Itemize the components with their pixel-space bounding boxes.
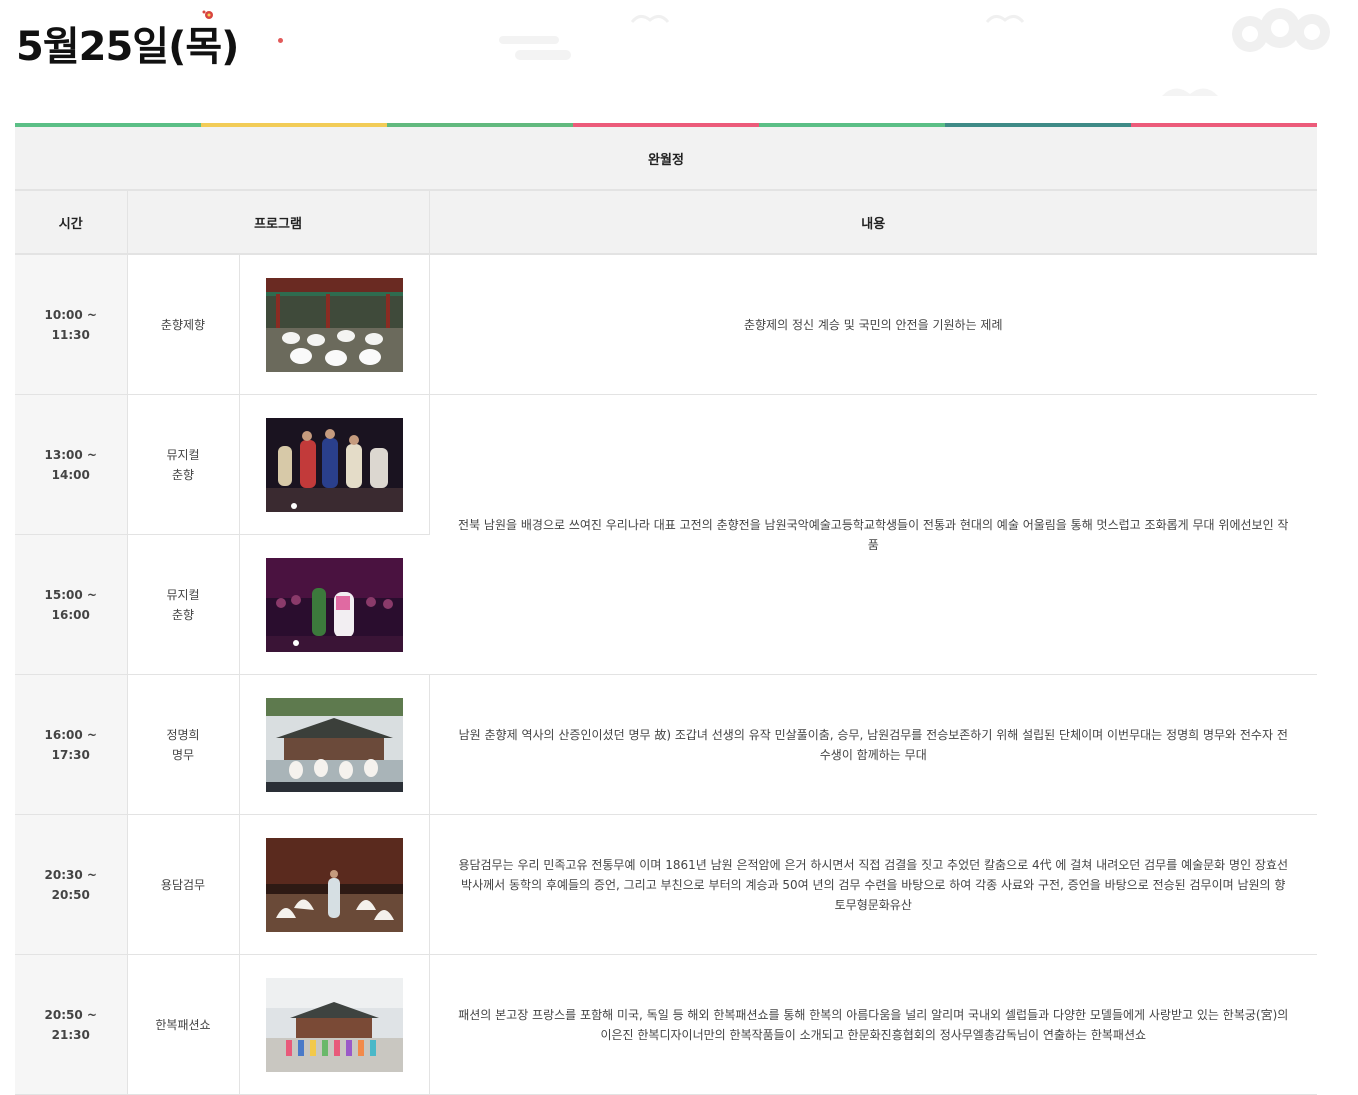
time-end: 11:30 xyxy=(51,327,90,342)
musical-photo[interactable] xyxy=(265,557,403,652)
time-cell: 13:00 ~ 14:00 xyxy=(15,394,128,535)
time-start: 16:00 ~ xyxy=(44,727,97,742)
table-row: 16:00 ~ 17:30 정명희 명무 남원 춘향제 역사의 산증인이셨던 명… xyxy=(15,674,1317,815)
time-start: 10:00 ~ xyxy=(44,307,97,322)
program-name-cell: 정명희 명무 xyxy=(127,674,240,815)
program-photo-cell xyxy=(239,254,430,395)
program-name: 한복패션쇼 xyxy=(155,1017,211,1032)
program-name: 정명희 xyxy=(166,727,200,742)
dance-photo[interactable] xyxy=(265,697,403,792)
time-cell: 16:00 ~ 17:30 xyxy=(15,674,128,815)
program-name-line2: 춘향 xyxy=(171,467,195,482)
program-name-line2: 춘향 xyxy=(171,607,195,622)
cloud-decoration-icon xyxy=(1232,8,1330,52)
program-column-header: 프로그램 xyxy=(127,190,430,255)
program-photo-cell xyxy=(239,534,429,675)
time-end: 17:30 xyxy=(51,747,90,762)
time-cell: 20:50 ~ 21:30 xyxy=(15,954,128,1095)
fashion-show-photo[interactable] xyxy=(265,977,403,1072)
program-name-cell: 춘향제향 xyxy=(127,254,240,395)
time-end: 21:30 xyxy=(51,1027,90,1042)
time-cell: 15:00 ~ 16:00 xyxy=(15,534,128,675)
time-start: 20:50 ~ xyxy=(44,1007,97,1022)
description-cell: 용담검무는 우리 민족고유 전통무예 이며 1861년 남원 은적암에 은거 하… xyxy=(429,814,1317,955)
program-name-cell: 용담검무 xyxy=(127,814,240,955)
time-cell: 10:00 ~ 11:30 xyxy=(15,254,128,395)
description-cell: 남원 춘향제 역사의 산증인이셨던 명무 故) 조갑녀 선생의 유작 민살풀이춤… xyxy=(429,674,1317,815)
program-name-cell: 뮤지컬 춘향 xyxy=(127,534,240,675)
page-title: 5월25일(목) xyxy=(16,24,239,70)
program-name: 뮤지컬 xyxy=(166,587,200,602)
flower-icon xyxy=(202,10,213,19)
time-column-header: 시간 xyxy=(15,190,128,255)
program-name-cell: 한복패션쇼 xyxy=(127,954,240,1095)
table-row: 20:30 ~ 20:50 용담검무 용담검무는 우리 민족고유 전통무예 이며… xyxy=(15,814,1317,955)
cloud-decoration-icon xyxy=(985,15,1025,23)
program-name-line2: 명무 xyxy=(171,747,195,762)
time-end: 16:00 xyxy=(51,607,90,622)
table-row: 13:00 ~ 14:00 뮤지컬 춘향 전북 남원을 배경으로 쓰여진 우리나… xyxy=(15,394,1317,675)
musical-photo[interactable] xyxy=(265,417,403,512)
cloud-decoration-icon xyxy=(1162,88,1218,96)
program-name-cell: 뮤지컬 춘향 xyxy=(127,394,240,535)
time-start: 13:00 ~ xyxy=(44,447,97,462)
content-column-header: 내용 xyxy=(429,190,1317,255)
cloud-decoration-icon xyxy=(630,15,670,23)
cloud-decoration-icon xyxy=(499,36,571,60)
program-photo-cell xyxy=(239,954,430,1095)
program-name: 춘향제향 xyxy=(160,317,206,332)
decorative-dot xyxy=(278,38,283,43)
program-photo-cell xyxy=(239,394,430,535)
ceremony-photo[interactable] xyxy=(265,277,403,372)
description-cell: 춘향제의 정신 계승 및 국민의 안전을 기원하는 제례 xyxy=(429,254,1317,395)
time-start: 15:00 ~ xyxy=(44,587,97,602)
description-cell: 전북 남원을 배경으로 쓰여진 우리나라 대표 고전의 춘향전을 남원국악예술고… xyxy=(429,394,1317,675)
venue-header: 완월정 xyxy=(15,127,1317,191)
time-start: 20:30 ~ xyxy=(44,867,97,882)
time-cell: 20:30 ~ 20:50 xyxy=(15,814,128,955)
program-photo-cell xyxy=(239,814,430,955)
table-row: 20:50 ~ 21:30 한복패션쇼 패션의 본고장 프랑스를 포함해 미국,… xyxy=(15,954,1317,1095)
program-name: 뮤지컬 xyxy=(166,447,200,462)
schedule-table: 완월정 시간 프로그램 내용 10:00 ~ 11:30 춘향제향 춘향제의 정… xyxy=(15,127,1317,1095)
description-cell: 패션의 본고장 프랑스를 포함해 미국, 독일 등 해외 한복패션쇼를 통해 한… xyxy=(429,954,1317,1095)
program-name: 용담검무 xyxy=(160,877,206,892)
sword-dance-photo[interactable] xyxy=(265,837,403,932)
time-end: 14:00 xyxy=(51,467,90,482)
table-row: 10:00 ~ 11:30 춘향제향 춘향제의 정신 계승 및 국민의 안전을 … xyxy=(15,254,1317,395)
program-photo-cell xyxy=(239,674,430,815)
time-end: 20:50 xyxy=(51,887,90,902)
